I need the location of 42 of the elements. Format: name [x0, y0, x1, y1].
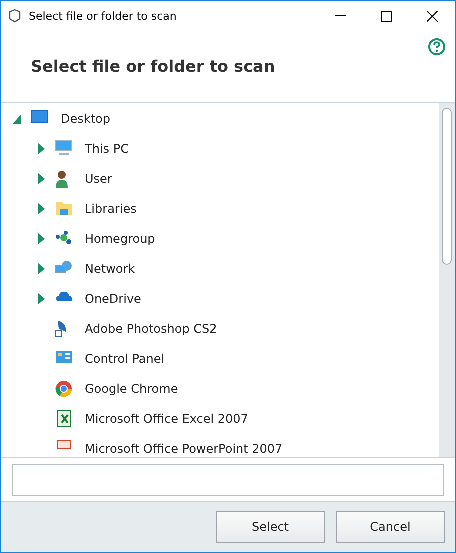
folder-icon	[55, 200, 73, 216]
person-icon	[55, 170, 69, 188]
scrollbar[interactable]	[439, 103, 455, 457]
select-button[interactable]: Select	[216, 511, 325, 543]
expand-arrow-icon[interactable]	[37, 293, 47, 305]
tree-item[interactable]: Microsoft Office PowerPoint 2007	[85, 442, 283, 456]
desktop-icon	[31, 110, 49, 124]
expand-arrow-icon[interactable]	[37, 173, 47, 185]
dialog-heading: Select file or folder to scan	[31, 57, 276, 76]
tree-item[interactable]: User	[85, 172, 112, 186]
expand-arrow-icon[interactable]	[37, 233, 47, 245]
expand-arrow-icon[interactable]	[13, 113, 23, 125]
tree-item[interactable]: Homegroup	[85, 232, 156, 246]
expand-arrow-icon[interactable]	[37, 203, 47, 215]
tree-item[interactable]: Control Panel	[85, 352, 165, 366]
network-nodes-icon	[55, 230, 73, 246]
tree-item[interactable]: Network	[85, 262, 136, 276]
tree-item[interactable]: Libraries	[85, 202, 137, 216]
minimize-icon	[334, 15, 346, 17]
control-panel-icon	[55, 350, 73, 366]
scrollbar-thumb[interactable]	[442, 108, 452, 265]
tree-item[interactable]: Adobe Photoshop CS2	[85, 322, 218, 336]
presentation-icon	[55, 440, 73, 449]
chrome-icon	[55, 380, 73, 398]
window-title: Select file or folder to scan	[29, 10, 178, 22]
expand-arrow-icon[interactable]	[37, 143, 47, 155]
close-icon	[426, 10, 438, 22]
tree-item[interactable]: Microsoft Office Excel 2007	[85, 412, 248, 426]
monitor-icon	[55, 140, 73, 156]
tree-item[interactable]: Google Chrome	[85, 382, 178, 396]
tree-item[interactable]: This PC	[85, 142, 129, 156]
cloud-icon	[55, 290, 73, 302]
spreadsheet-icon	[55, 410, 73, 428]
maximize-icon	[380, 10, 392, 22]
expand-arrow-icon[interactable]	[37, 263, 47, 275]
shield-icon	[9, 9, 21, 23]
path-field[interactable]	[12, 464, 444, 496]
network-icon	[55, 260, 73, 276]
tree-item[interactable]: OneDrive	[85, 292, 142, 306]
tree-item[interactable]: Desktop	[61, 112, 110, 126]
help-button[interactable]	[428, 38, 446, 56]
cancel-button[interactable]: Cancel	[336, 511, 445, 543]
